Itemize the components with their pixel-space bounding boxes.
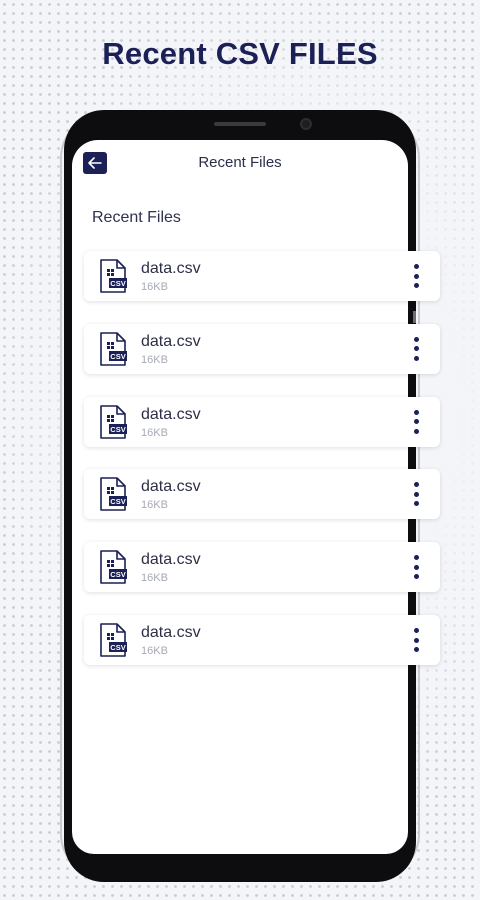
more-vert-icon-dot	[413, 336, 419, 342]
svg-text:CSV: CSV	[110, 643, 125, 652]
more-vert-icon-dot	[413, 283, 419, 288]
file-name: data.csv	[141, 478, 201, 496]
promo-headline: Recent CSV FILES	[0, 36, 480, 72]
more-vert-icon-dot	[413, 346, 419, 352]
more-vert-icon-dot	[413, 428, 419, 434]
more-vert-icon-dot	[413, 491, 419, 497]
phone-speaker	[214, 122, 266, 126]
file-name: data.csv	[141, 551, 201, 569]
file-size: 16KB	[141, 645, 168, 657]
more-vert-icon-dot	[413, 273, 419, 279]
svg-text:CSV: CSV	[110, 279, 125, 288]
svg-text:CSV: CSV	[110, 352, 125, 361]
file-name: data.csv	[141, 405, 201, 423]
more-vert-icon-dot	[413, 628, 419, 633]
more-vert-icon-dot	[413, 574, 419, 580]
phone-camera	[300, 118, 312, 130]
more-vert-icon-dot	[413, 555, 419, 561]
more-vert-icon-dot	[413, 637, 419, 643]
file-size: 16KB	[141, 499, 168, 512]
file-card[interactable]: CSV data.csv 16KB	[84, 251, 440, 301]
csv-file-icon: CSV	[100, 623, 127, 657]
file-size: 16KB	[141, 353, 168, 366]
app-bar-title: Recent Files	[198, 154, 282, 171]
svg-text:CSV: CSV	[110, 425, 125, 434]
csv-file-icon: CSV	[100, 259, 127, 293]
svg-text:CSV: CSV	[110, 570, 125, 579]
more-vert-icon-dot	[413, 501, 419, 507]
more-vert-icon-dot	[413, 647, 419, 652]
more-vert-icon-dot	[413, 419, 419, 425]
more-options-button[interactable]	[410, 482, 422, 507]
csv-file-icon: CSV	[100, 331, 127, 366]
more-options-button[interactable]	[410, 628, 422, 652]
file-card[interactable]: CSV data.csv 16KB	[84, 542, 440, 593]
file-size: 16KB	[141, 572, 168, 585]
headline-prefix: Recent	[102, 36, 207, 71]
more-options-button[interactable]	[410, 264, 422, 288]
file-size: 16KB	[141, 426, 168, 439]
file-card[interactable]: CSV data.csv 16KB	[84, 615, 440, 665]
more-vert-icon-dot	[413, 564, 419, 570]
file-name: data.csv	[141, 332, 201, 350]
more-vert-icon-dot	[413, 409, 419, 415]
csv-file-icon: CSV	[100, 550, 127, 584]
csv-file-icon: CSV	[100, 477, 127, 512]
headline-emphasis: CSV FILES	[215, 36, 378, 71]
more-vert-icon-dot	[413, 264, 419, 269]
more-vert-icon-dot	[413, 482, 419, 488]
more-options-button[interactable]	[410, 336, 422, 361]
file-card[interactable]: CSV data.csv 16KB	[84, 396, 440, 447]
more-vert-icon-dot	[413, 355, 419, 361]
scrollbar-indicator	[413, 311, 416, 323]
more-options-button[interactable]	[410, 409, 422, 434]
file-name: data.csv	[141, 260, 201, 277]
file-size: 16KB	[141, 281, 168, 293]
app-bar: Recent Files	[72, 140, 408, 190]
section-title: Recent Files	[92, 209, 181, 226]
more-options-button[interactable]	[410, 555, 422, 580]
svg-text:CSV: CSV	[110, 498, 125, 507]
file-name: data.csv	[141, 624, 201, 641]
file-card[interactable]: CSV data.csv 16KB	[84, 323, 440, 374]
csv-file-icon: CSV	[100, 404, 127, 439]
file-card[interactable]: CSV data.csv 16KB	[84, 469, 440, 520]
